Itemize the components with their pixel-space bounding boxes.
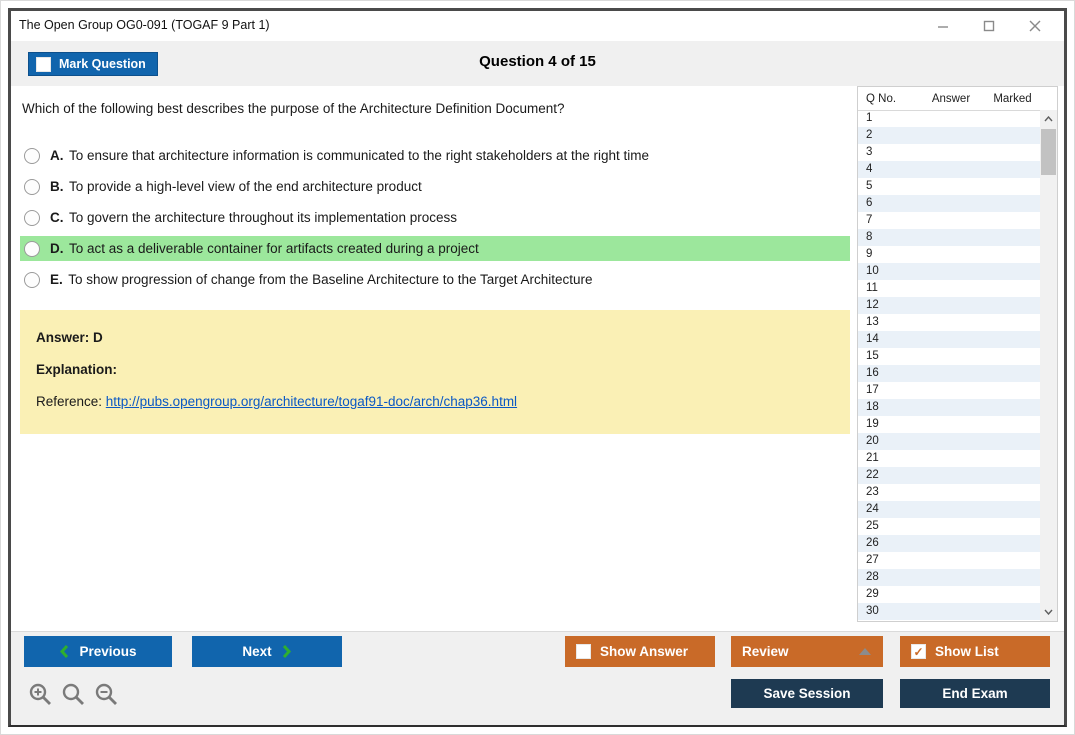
checkbox-checked-icon bbox=[911, 644, 926, 659]
question-list-row[interactable]: 10 bbox=[858, 263, 1040, 280]
scrollbar-thumb[interactable] bbox=[1041, 129, 1056, 175]
scrollbar[interactable] bbox=[1040, 110, 1057, 621]
radio-icon[interactable] bbox=[24, 271, 40, 288]
options-list: A. To ensure that architecture informati… bbox=[20, 140, 850, 295]
desktop-background: The Open Group OG0-091 (TOGAF 9 Part 1) … bbox=[0, 0, 1075, 735]
answer-box: Answer: D Explanation: Reference: http:/… bbox=[20, 310, 850, 434]
question-list-row[interactable]: 28 bbox=[858, 569, 1040, 586]
answer-value: Answer: D bbox=[36, 330, 103, 345]
next-label: Next bbox=[242, 644, 272, 659]
question-list-row[interactable]: 9 bbox=[858, 246, 1040, 263]
previous-button[interactable]: Previous bbox=[24, 636, 172, 667]
app-window: The Open Group OG0-091 (TOGAF 9 Part 1) … bbox=[8, 8, 1067, 727]
question-list-row[interactable]: 17 bbox=[858, 382, 1040, 399]
scroll-down-icon[interactable] bbox=[1040, 604, 1057, 620]
next-button[interactable]: Next bbox=[192, 636, 342, 667]
checkbox-icon bbox=[576, 644, 591, 659]
question-list-row[interactable]: 13 bbox=[858, 314, 1040, 331]
question-list-row[interactable]: 18 bbox=[858, 399, 1040, 416]
question-list-row[interactable]: 3 bbox=[858, 144, 1040, 161]
header-band: Mark Question Question 4 of 15 bbox=[11, 41, 1064, 86]
question-list-row[interactable]: 26 bbox=[858, 535, 1040, 552]
chevron-right-icon bbox=[282, 644, 292, 659]
radio-icon[interactable] bbox=[24, 178, 40, 195]
question-counter: Question 4 of 15 bbox=[479, 53, 596, 70]
radio-icon[interactable] bbox=[24, 209, 40, 226]
maximize-icon[interactable] bbox=[966, 12, 1012, 40]
question-list-row[interactable]: 30 bbox=[858, 603, 1040, 620]
question-list-row[interactable]: 23 bbox=[858, 484, 1040, 501]
question-list-row[interactable]: 15 bbox=[858, 348, 1040, 365]
question-list-row[interactable]: 14 bbox=[858, 331, 1040, 348]
end-exam-label: End Exam bbox=[942, 686, 1008, 701]
scroll-up-icon[interactable] bbox=[1040, 111, 1057, 127]
zoom-in-icon[interactable] bbox=[28, 682, 54, 708]
question-list-header: Q No. Answer Marked bbox=[858, 87, 1057, 111]
triangle-up-icon bbox=[859, 648, 871, 655]
reference-prefix: Reference: bbox=[36, 394, 106, 409]
show-answer-label: Show Answer bbox=[600, 644, 689, 659]
column-qno: Q No. bbox=[866, 92, 897, 105]
radio-icon[interactable] bbox=[24, 240, 40, 257]
option-row[interactable]: E. To show progression of change from th… bbox=[20, 264, 850, 295]
window-titlebar: The Open Group OG0-091 (TOGAF 9 Part 1) bbox=[11, 11, 1064, 41]
zoom-reset-icon[interactable] bbox=[61, 682, 87, 708]
question-list-row[interactable]: 5 bbox=[858, 178, 1040, 195]
question-list-row[interactable]: 16 bbox=[858, 365, 1040, 382]
column-answer: Answer bbox=[931, 92, 971, 105]
option-row[interactable]: B. To provide a high-level view of the e… bbox=[20, 171, 850, 202]
zoom-out-icon[interactable] bbox=[94, 682, 120, 708]
option-row[interactable]: A. To ensure that architecture informati… bbox=[20, 140, 850, 171]
reference-link[interactable]: http://pubs.opengroup.org/architecture/t… bbox=[106, 394, 517, 409]
question-list-row[interactable]: 24 bbox=[858, 501, 1040, 518]
option-row[interactable]: C. To govern the architecture throughout… bbox=[20, 202, 850, 233]
question-list-row[interactable]: 29 bbox=[858, 586, 1040, 603]
option-text: E. To show progression of change from th… bbox=[50, 272, 593, 287]
option-text: D. To act as a deliverable container for… bbox=[50, 241, 479, 256]
previous-label: Previous bbox=[79, 644, 137, 659]
question-list-row[interactable]: 22 bbox=[858, 467, 1040, 484]
question-list-row[interactable]: 12 bbox=[858, 297, 1040, 314]
end-exam-button[interactable]: End Exam bbox=[900, 679, 1050, 708]
show-list-label: Show List bbox=[935, 644, 999, 659]
chevron-left-icon bbox=[59, 644, 69, 659]
question-list-row[interactable]: 20 bbox=[858, 433, 1040, 450]
window-controls bbox=[920, 11, 1058, 41]
zoom-controls bbox=[28, 682, 120, 708]
question-list-row[interactable]: 19 bbox=[858, 416, 1040, 433]
question-list-body: 1 2 3 4 5 6 7 8 9 10 11 12 13 14 15 16 17 18 19 20 21 22 23 24 2… bbox=[858, 110, 1040, 621]
question-list-row[interactable]: 21 bbox=[858, 450, 1040, 467]
show-answer-button[interactable]: Show Answer bbox=[565, 636, 715, 667]
option-text: A. To ensure that architecture informati… bbox=[50, 148, 650, 163]
question-list-row[interactable]: 2 bbox=[858, 127, 1040, 144]
question-list-row[interactable]: 1 bbox=[858, 110, 1040, 127]
question-list-row[interactable]: 7 bbox=[858, 212, 1040, 229]
question-list-row[interactable]: 25 bbox=[858, 518, 1040, 535]
reference-line: Reference: http://pubs.opengroup.org/arc… bbox=[36, 394, 834, 409]
question-list-row[interactable]: 27 bbox=[858, 552, 1040, 569]
option-text: B. To provide a high-level view of the e… bbox=[50, 179, 422, 194]
column-marked: Marked bbox=[993, 92, 1032, 105]
content-area: Which of the following best describes th… bbox=[11, 86, 1064, 631]
bottom-bar: Previous Next Show Answer Review Show Li… bbox=[11, 631, 1064, 725]
window-title: The Open Group OG0-091 (TOGAF 9 Part 1) bbox=[19, 18, 270, 32]
save-session-label: Save Session bbox=[763, 686, 851, 701]
show-list-button[interactable]: Show List bbox=[900, 636, 1050, 667]
option-text: C. To govern the architecture throughout… bbox=[50, 210, 457, 225]
question-text: Which of the following best describes th… bbox=[22, 101, 565, 116]
save-session-button[interactable]: Save Session bbox=[731, 679, 883, 708]
review-dropdown[interactable]: Review bbox=[731, 636, 883, 667]
question-list-row[interactable]: 11 bbox=[858, 280, 1040, 297]
option-row[interactable]: D. To act as a deliverable container for… bbox=[20, 236, 850, 261]
question-list-row[interactable]: 8 bbox=[858, 229, 1040, 246]
minimize-icon[interactable] bbox=[920, 12, 966, 40]
review-label: Review bbox=[742, 644, 789, 659]
explanation-label: Explanation: bbox=[36, 362, 118, 377]
question-list-row[interactable]: 6 bbox=[858, 195, 1040, 212]
question-list-panel: Q No. Answer Marked 1 2 3 4 5 6 7 8 9 10 11 12 13 14 1… bbox=[857, 86, 1058, 622]
question-list-row[interactable]: 4 bbox=[858, 161, 1040, 178]
close-icon[interactable] bbox=[1012, 12, 1058, 40]
radio-icon[interactable] bbox=[24, 147, 40, 164]
